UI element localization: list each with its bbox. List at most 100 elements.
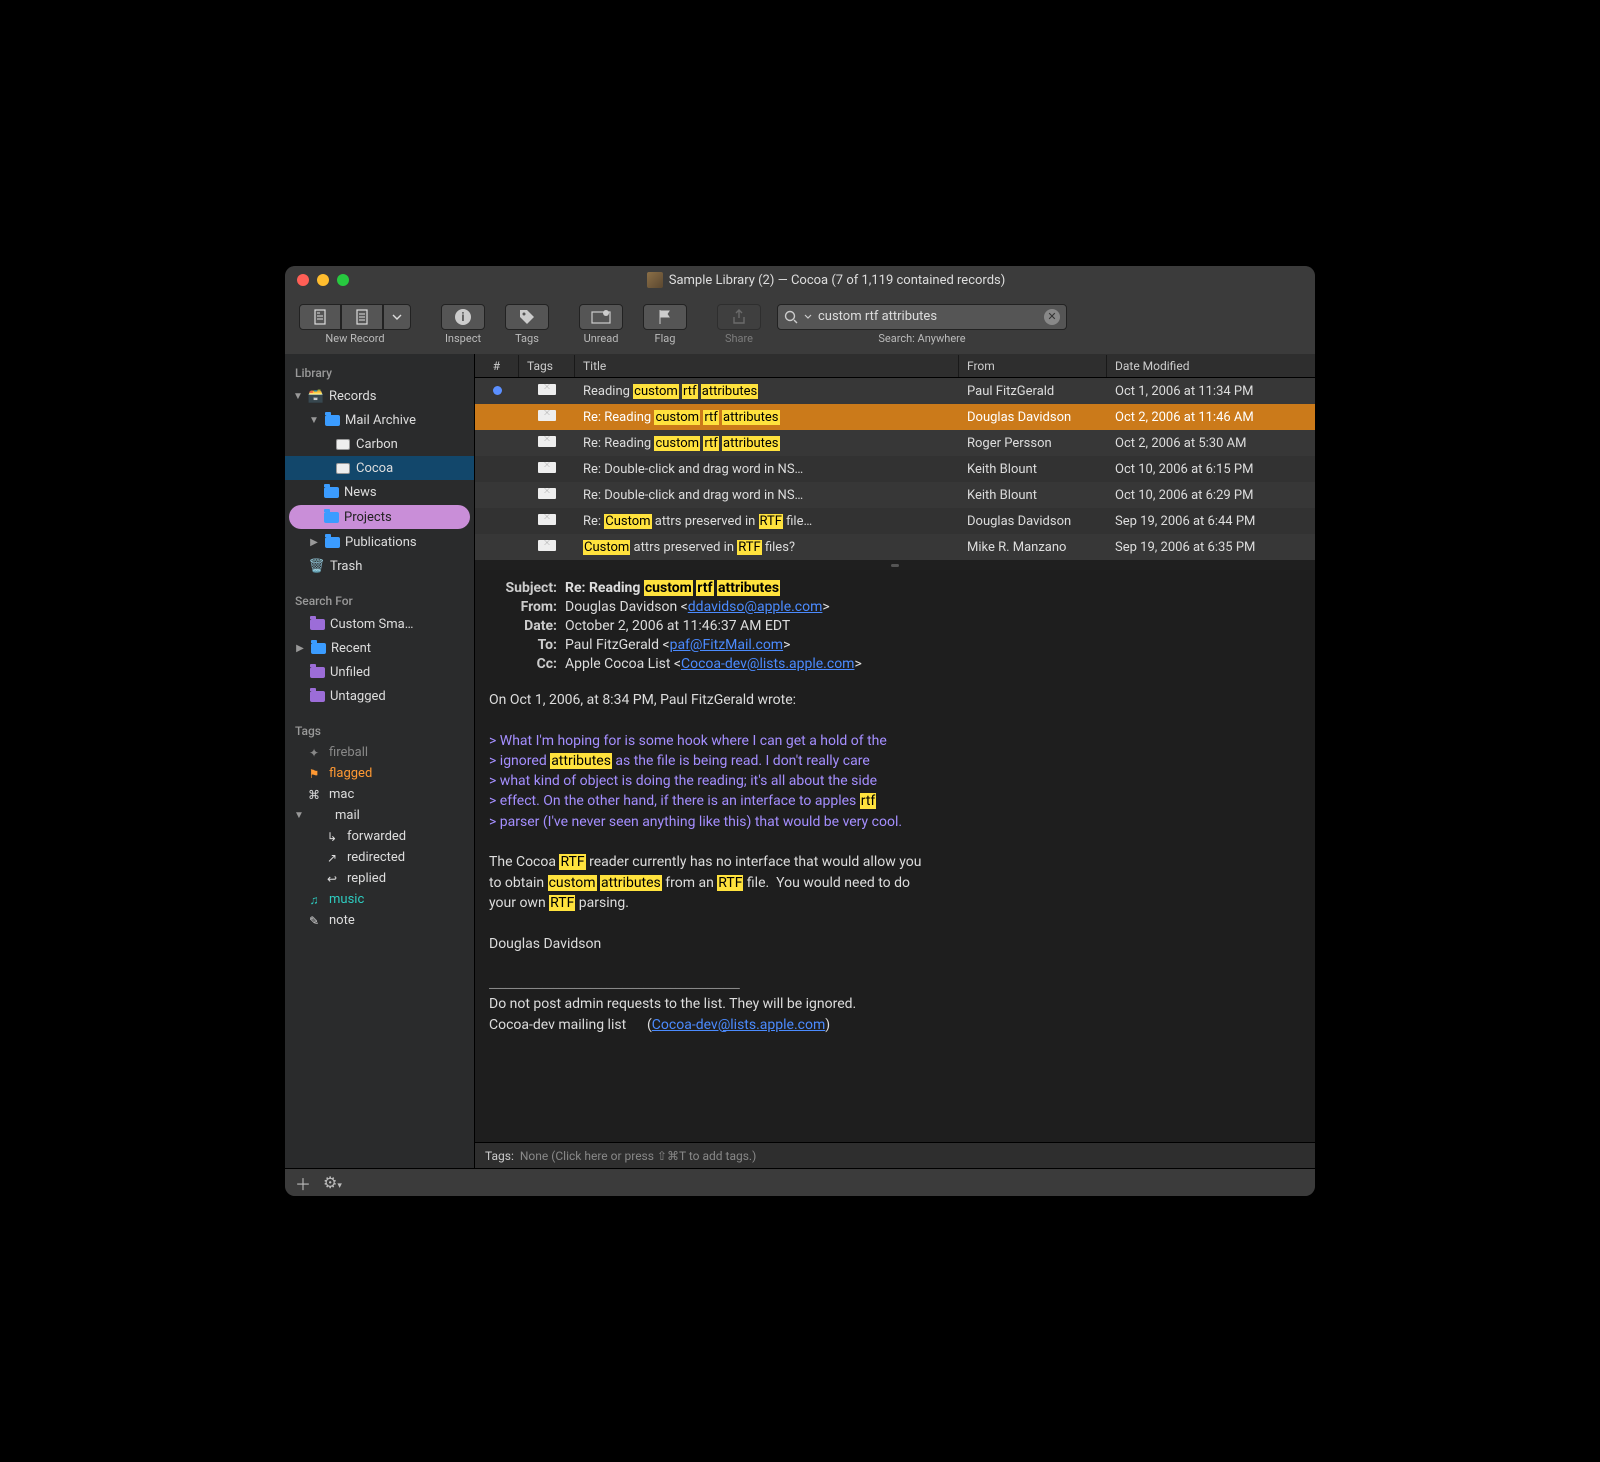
to-value: Paul FitzGerald <paf@FitzMail.com> (565, 637, 1301, 653)
smart-folder-icon (309, 664, 325, 680)
sidebar-item-cocoa[interactable]: Cocoa (285, 456, 474, 480)
toolbar: New Record i Inspect Tags Unread Flag (285, 294, 1315, 354)
sidebar-item-unfiled[interactable]: Unfiled (285, 660, 474, 684)
col-header-num[interactable]: # (475, 355, 519, 377)
new-record-button[interactable] (299, 304, 341, 330)
sidebar-tag-note[interactable]: ✎note (285, 910, 474, 931)
row-title: Re: Reading custom rtf attributes (575, 436, 959, 451)
col-header-tags[interactable]: Tags (519, 355, 575, 377)
svg-text:i: i (461, 310, 464, 324)
app-window: Sample Library (2) — Cocoa (7 of 1,119 c… (285, 266, 1315, 1196)
sidebar-tag-replied[interactable]: ↩replied (285, 868, 474, 889)
sidebar-label: Trash (330, 559, 362, 574)
sidebar-tag-mail[interactable]: ▼mail (285, 805, 474, 826)
row-title: Re: Custom attrs preserved in RTF file… (575, 514, 959, 529)
sidebar-item-news[interactable]: News (285, 480, 474, 504)
list-row[interactable]: Re: Reading custom rtf attributesRoger P… (475, 430, 1315, 456)
to-email-link[interactable]: paf@FitzMail.com (670, 637, 784, 653)
tag-label: fireball (329, 745, 368, 760)
sidebar-item-mail-archive[interactable]: ▼ Mail Archive (285, 408, 474, 432)
flag-icon: ⚑ (307, 767, 321, 781)
row-date: Oct 2, 2006 at 5:30 AM (1107, 436, 1315, 451)
sidebar-item-records[interactable]: ▼ 🗃️ Records (285, 384, 474, 408)
sidebar-item-carbon[interactable]: Carbon (285, 432, 474, 456)
list-row[interactable]: Re: Double-click and drag word in NS…Kei… (475, 456, 1315, 482)
sidebar-tag-mac[interactable]: ⌘mac (285, 784, 474, 805)
disclosure-icon[interactable]: ▼ (309, 415, 319, 426)
sidebar-item-projects[interactable]: Projects (289, 505, 470, 529)
search-input[interactable] (818, 309, 1038, 324)
new-record-group: New Record (299, 304, 411, 345)
tag-label: flagged (329, 766, 372, 781)
sidebar-item-custom-smart[interactable]: Custom Sma… (285, 612, 474, 636)
sidebar-tag-fireball[interactable]: ✦fireball (285, 742, 474, 763)
folder-icon (323, 484, 339, 500)
sidebar-item-publications[interactable]: ▶ Publications (285, 530, 474, 554)
detail-pane: Subject: Re: Reading custom rtf attribut… (475, 570, 1315, 1142)
row-date: Oct 1, 2006 at 11:34 PM (1107, 384, 1315, 399)
trash-icon: 🗑️ (309, 558, 325, 574)
tag-label: forwarded (347, 829, 406, 844)
sidebar-tag-forwarded[interactable]: ↳ forwarded (285, 826, 474, 847)
share-button[interactable] (717, 304, 761, 330)
cc-email-link[interactable]: Cocoa-dev@lists.apple.com (681, 656, 854, 672)
sidebar-label: Carbon (356, 437, 398, 452)
tag-label: music (329, 892, 364, 907)
message-icon-cell (519, 540, 575, 555)
sidebar-item-trash[interactable]: 🗑️ Trash (285, 554, 474, 578)
add-button[interactable]: ＋ (295, 1171, 311, 1195)
col-header-from[interactable]: From (959, 355, 1107, 377)
disclosure-icon[interactable]: ▼ (293, 810, 305, 821)
new-record-alt-button[interactable] (341, 304, 383, 330)
search-icon (784, 310, 798, 324)
sidebar-tag-redirected[interactable]: ↗redirected (285, 847, 474, 868)
forward-icon: ↳ (325, 830, 339, 844)
action-menu-button[interactable]: ⚙︎▾ (323, 1173, 342, 1192)
tagbar[interactable]: Tags: None (Click here or press ⇧⌘T to a… (475, 1142, 1315, 1168)
sidebar-label: Cocoa (356, 461, 393, 476)
minimize-button[interactable] (317, 274, 329, 286)
list-email-link[interactable]: Cocoa-dev@lists.apple.com (652, 1017, 825, 1033)
sidebar-label: Projects (344, 510, 392, 525)
sidebar-header-library: Library (285, 362, 474, 384)
share-group: Share (717, 304, 761, 345)
content-area: # Tags Title From Date Modified Reading … (475, 354, 1315, 1168)
maximize-button[interactable] (337, 274, 349, 286)
row-date: Sep 19, 2006 at 6:35 PM (1107, 540, 1315, 555)
sidebar-label: Recent (331, 641, 371, 656)
folder-icon (324, 412, 340, 428)
search-clear-button[interactable]: ✕ (1044, 309, 1060, 325)
tags-button[interactable] (505, 304, 549, 330)
inspect-button[interactable]: i (441, 304, 485, 330)
list-row[interactable]: Custom attrs preserved in RTF files?Mike… (475, 534, 1315, 560)
disclosure-icon[interactable]: ▶ (309, 537, 319, 548)
search-group: ✕ Search: Anywhere (777, 304, 1067, 345)
disclosure-icon[interactable]: ▶ (295, 643, 305, 654)
new-record-menu-button[interactable] (383, 304, 411, 330)
row-date: Oct 2, 2006 at 11:46 AM (1107, 410, 1315, 425)
from-email-link[interactable]: ddavidso@apple.com (688, 599, 823, 615)
sidebar-label: Unfiled (330, 665, 370, 680)
sidebar-tag-flagged[interactable]: ⚑ flagged (285, 763, 474, 784)
col-header-date[interactable]: Date Modified (1107, 355, 1315, 377)
close-button[interactable] (297, 274, 309, 286)
new-record-label: New Record (325, 332, 384, 345)
search-field-wrap[interactable]: ✕ (777, 304, 1067, 330)
list-row[interactable]: Re: Double-click and drag word in NS…Kei… (475, 482, 1315, 508)
pane-divider[interactable] (475, 560, 1315, 570)
col-header-title[interactable]: Title (575, 355, 959, 377)
search-scope-chevron-icon[interactable] (804, 314, 812, 319)
sidebar-tag-music[interactable]: ♫music (285, 889, 474, 910)
disclosure-icon[interactable]: ▼ (293, 391, 303, 402)
message-icon-cell (519, 410, 575, 425)
flag-button[interactable] (643, 304, 687, 330)
list-row[interactable]: Re: Reading custom rtf attributesDouglas… (475, 404, 1315, 430)
sidebar-label: Mail Archive (345, 413, 416, 428)
sidebar-item-untagged[interactable]: Untagged (285, 684, 474, 708)
sidebar-item-recent[interactable]: ▶ Recent (285, 636, 474, 660)
list-row[interactable]: Reading custom rtf attributesPaul FitzGe… (475, 378, 1315, 404)
flag-label: Flag (655, 332, 676, 345)
unread-button[interactable] (579, 304, 623, 330)
from-value: Douglas Davidson <ddavidso@apple.com> (565, 599, 1301, 615)
list-row[interactable]: Re: Custom attrs preserved in RTF file…D… (475, 508, 1315, 534)
